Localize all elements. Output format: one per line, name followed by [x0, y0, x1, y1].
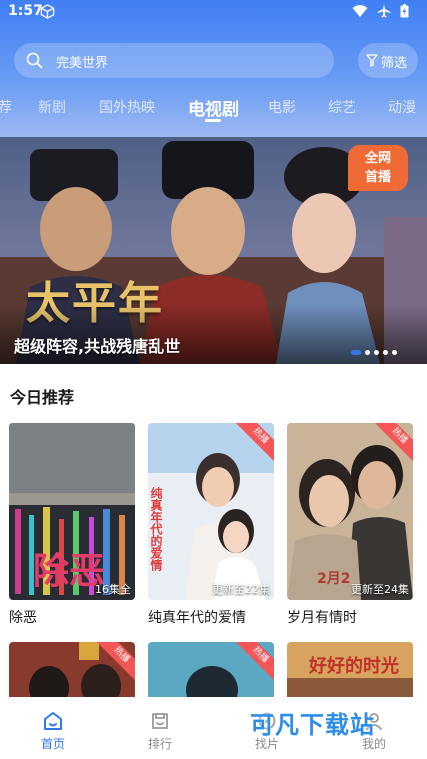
airplane-mode-icon [377, 4, 391, 18]
poster-title: 纯真年代的爱情 [149, 486, 163, 572]
filter-icon [366, 54, 378, 67]
filter-label: 筛选 [381, 56, 408, 71]
poster-art: 除恶 [9, 423, 135, 600]
poster: 2月2 热播 [287, 423, 413, 600]
tab-new-series[interactable]: 新剧 [38, 97, 66, 117]
poster-title: 2月2 [317, 571, 350, 587]
pagination-dot[interactable] [383, 350, 388, 355]
search-icon [26, 52, 43, 69]
episode-count: 16集全 [95, 583, 131, 596]
home-icon [44, 712, 62, 730]
poster-art: 2月2 [287, 423, 413, 600]
poster-art: 纯真年代的爱情 [148, 423, 274, 600]
wifi-icon [352, 5, 368, 17]
poster-title: 好好的时光 [308, 655, 399, 677]
card-title: 纯真年代的爱情 [148, 610, 246, 626]
premiere-badge-line2: 首播 [364, 170, 391, 185]
category-tabs: 荐 新剧 国外热映 电视剧 电影 综艺 动漫 [0, 92, 427, 132]
filter-button[interactable]: 筛选 [358, 43, 418, 78]
ranking-icon [152, 713, 168, 729]
card-title: 除恶 [9, 610, 37, 626]
nav-ranking-label: 排行 [147, 737, 172, 751]
status-bar: 1:57 [0, 0, 427, 24]
tab-movies[interactable]: 电影 [268, 97, 296, 117]
tab-tv-series[interactable]: 电视剧 [188, 95, 239, 120]
status-time: 1:57 [8, 3, 43, 19]
nav-home[interactable]: 首页 [23, 711, 83, 752]
tab-variety[interactable]: 综艺 [328, 97, 356, 117]
card-title: 岁月有情时 [287, 610, 357, 626]
banner-caption: 超级阵容,共战残唐乱世 [14, 337, 181, 356]
nav-home-label: 首页 [40, 737, 65, 751]
tab-recommended[interactable]: 荐 [0, 97, 12, 117]
section-title: 今日推荐 [10, 388, 75, 407]
pagination-dot-active[interactable] [351, 350, 361, 355]
episode-count: 更新至22集 [212, 583, 270, 596]
poster: 纯真年代的爱情 热播 [148, 423, 274, 600]
tab-foreign-hits[interactable]: 国外热映 [99, 97, 155, 117]
poster-art: 好好的时光 [287, 642, 413, 702]
watermark-text: 可凡下载站 [250, 711, 375, 739]
pagination-dot[interactable] [374, 350, 379, 355]
tab-anime[interactable]: 动漫 [388, 97, 416, 117]
pagination-dot[interactable] [365, 350, 370, 355]
search-bar[interactable]: 完美世界 [14, 43, 334, 78]
poster: 热播 [148, 642, 274, 702]
hero-banner[interactable]: 太平年 全网 首播 超级阵容,共战残唐乱世 [0, 137, 427, 364]
poster: 热播 [9, 642, 135, 702]
nav-ranking[interactable]: 排行 [130, 711, 190, 752]
search-text: 完美世界 [56, 56, 109, 71]
episode-count: 更新至24集 [351, 583, 409, 596]
premiere-badge: 全网 首播 [348, 145, 408, 191]
premiere-badge-line1: 全网 [364, 151, 391, 166]
pagination-dot[interactable] [392, 350, 397, 355]
poster: 除恶 [9, 423, 135, 600]
poster: 好好的时光 [287, 642, 413, 702]
banner-pagination [351, 350, 397, 355]
active-tab-indicator [205, 119, 221, 122]
package-icon [40, 4, 55, 19]
battery-icon [400, 4, 409, 18]
